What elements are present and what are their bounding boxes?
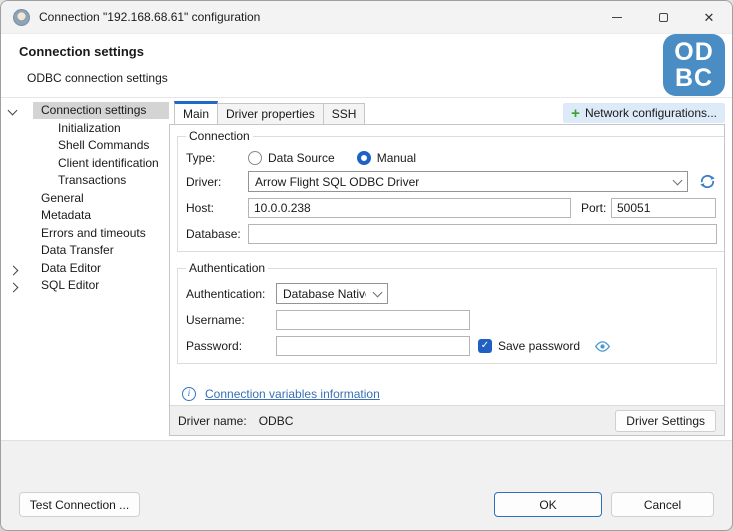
driver-name-value: ODBC [259,414,616,428]
driver-select[interactable]: Arrow Flight SQL ODBC Driver [248,171,688,192]
cancel-button[interactable]: Cancel [611,492,714,517]
chevron-right-icon[interactable] [9,282,19,292]
port-input[interactable] [611,198,716,218]
connection-group-legend: Connection [186,129,253,143]
sidebar-item-data-transfer[interactable]: Data Transfer [1,242,169,260]
odbc-logo: OD BC [663,34,725,96]
info-icon: i [182,387,196,401]
type-label: Type: [186,151,248,165]
plus-icon: + [571,106,580,121]
tab-driver-properties[interactable]: Driver properties [218,103,324,124]
port-label: Port: [581,201,611,215]
dialog-footer: Test Connection ... OK Cancel [1,440,732,530]
manual-radio[interactable] [357,151,371,165]
tab-ssh[interactable]: SSH [324,103,366,124]
manual-radio-label[interactable]: Manual [377,151,416,165]
main-tab-content: Connection Type: Data Source Manual Driv… [169,124,725,436]
maximize-button[interactable] [640,1,686,33]
tab-main[interactable]: Main [174,101,218,124]
username-row: Username: [186,310,708,330]
dialog-body: Connection settings Initialization Shell… [1,99,732,440]
close-icon: ✕ [704,11,715,24]
connection-variables-row: i Connection variables information [182,387,724,401]
sidebar-item-errors-and-timeouts[interactable]: Errors and timeouts [1,225,169,243]
page-title: Connection settings [19,44,144,59]
sidebar-item-shell-commands[interactable]: Shell Commands [1,137,169,155]
authentication-group-legend: Authentication [186,261,268,275]
sidebar-item-general[interactable]: General [1,190,169,208]
save-password-checkbox[interactable]: ✓ [478,339,492,353]
save-password-label[interactable]: Save password [498,339,580,353]
authentication-select[interactable]: Database Native [276,283,388,304]
odbc-logo-line1: OD [674,39,714,65]
sidebar-item-client-identification[interactable]: Client identification [1,155,169,173]
sidebar-item-initialization[interactable]: Initialization [1,120,169,138]
sidebar-item-sql-editor[interactable]: SQL Editor [1,277,169,295]
maximize-icon [659,13,668,22]
driver-label: Driver: [186,175,248,189]
minimize-button[interactable] [594,1,640,33]
sidebar-item-transactions[interactable]: Transactions [1,172,169,190]
authentication-row: Authentication: Database Native [186,283,708,304]
check-icon: ✓ [481,341,489,351]
title-bar: Connection "192.168.68.61" configuration… [1,1,732,34]
window-title: Connection "192.168.68.61" configuration [39,10,594,24]
database-label: Database: [186,227,248,241]
type-row: Type: Data Source Manual [186,151,717,165]
tab-bar: Main Driver properties SSH + Network con… [174,101,725,124]
username-label: Username: [186,313,276,327]
page-subtitle: ODBC connection settings [27,71,168,85]
reload-drivers-icon[interactable] [698,172,717,191]
driver-name-label: Driver name: [178,414,247,428]
test-connection-button[interactable]: Test Connection ... [19,492,140,517]
chevron-down-icon [373,287,383,297]
driver-name-bar: Driver name: ODBC Driver Settings [170,405,724,435]
dialog-header: Connection settings ODBC connection sett… [1,34,732,98]
username-input[interactable] [276,310,470,330]
minimize-icon [612,17,622,18]
chevron-down-icon [673,175,683,185]
sidebar-item-metadata[interactable]: Metadata [1,207,169,225]
show-password-eye-icon[interactable] [594,338,611,355]
password-label: Password: [186,339,276,353]
host-label: Host: [186,201,248,215]
ok-button[interactable]: OK [494,492,602,517]
close-button[interactable]: ✕ [686,1,732,33]
sidebar-item-data-editor[interactable]: Data Editor [1,260,169,278]
authentication-group: Authentication Authentication: Database … [177,261,717,364]
connection-variables-link[interactable]: Connection variables information [205,387,380,401]
sidebar-item-connection-settings[interactable]: Connection settings [1,102,169,120]
app-icon [13,9,30,26]
password-input[interactable] [276,336,470,356]
driver-settings-button[interactable]: Driver Settings [615,410,716,432]
main-panel: Main Driver properties SSH + Network con… [169,99,732,440]
database-input[interactable] [248,224,717,244]
database-row: Database: [186,224,717,244]
data-source-radio[interactable] [248,151,262,165]
odbc-logo-line2: BC [675,65,713,91]
chevron-down-icon[interactable] [9,107,19,117]
password-row: Password: ✓ Save password [186,336,708,356]
connection-configuration-dialog: Connection "192.168.68.61" configuration… [0,0,733,531]
settings-tree: Connection settings Initialization Shell… [1,99,169,440]
network-configurations-button[interactable]: + Network configurations... [563,103,725,123]
host-row: Host: Port: [186,198,717,218]
authentication-label: Authentication: [186,287,276,301]
host-input[interactable] [248,198,571,218]
driver-row: Driver: Arrow Flight SQL ODBC Driver [186,171,717,192]
connection-group: Connection Type: Data Source Manual Driv… [177,129,725,252]
chevron-right-icon[interactable] [9,265,19,275]
data-source-radio-label[interactable]: Data Source [268,151,335,165]
